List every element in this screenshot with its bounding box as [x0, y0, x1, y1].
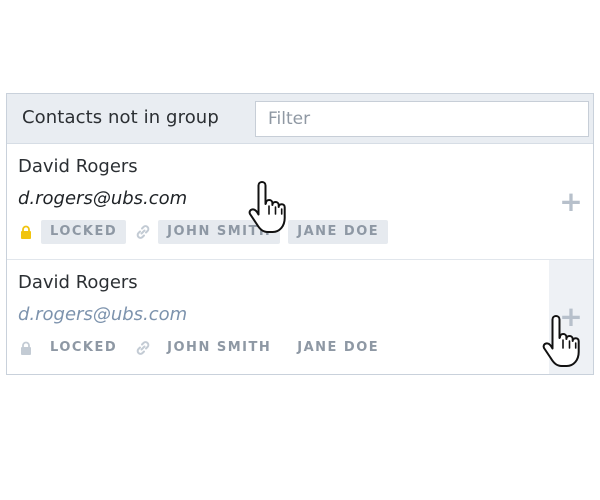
contact-name: David Rogers: [18, 272, 138, 293]
linked-contact-tag[interactable]: JANE DOE: [288, 220, 389, 244]
contact-row[interactable]: David Rogers d.rogers@ubs.com LOCKED JOH…: [7, 260, 593, 376]
contact-name: David Rogers: [18, 156, 138, 177]
panel-title: Contacts not in group: [22, 107, 219, 128]
contact-email: d.rogers@ubs.com: [18, 304, 188, 325]
locked-tag: LOCKED: [50, 340, 118, 355]
lock-icon: [17, 220, 35, 244]
panel-header: Contacts not in group: [7, 94, 593, 144]
lock-icon: [17, 336, 35, 360]
contact-tags: LOCKED JOHN SMITH JANE DOE: [17, 220, 389, 244]
plus-icon: +: [559, 185, 583, 218]
contact-row[interactable]: David Rogers d.rogers@ubs.com LOCKED JOH…: [7, 144, 593, 260]
locked-tag: LOCKED: [41, 220, 127, 244]
add-to-group-button[interactable]: +: [549, 260, 593, 374]
linked-contact-tag[interactable]: JANE DOE: [288, 336, 388, 360]
contacts-panel: Contacts not in group David Rogers d.rog…: [6, 93, 594, 375]
add-to-group-button[interactable]: +: [549, 144, 593, 260]
filter-input[interactable]: [255, 101, 589, 137]
plus-icon: +: [559, 300, 583, 333]
contact-email: d.rogers@ubs.com: [18, 188, 188, 209]
contact-tags: LOCKED JOHN SMITH JANE DOE: [17, 336, 388, 360]
link-icon: [134, 220, 152, 244]
link-icon: [134, 336, 152, 360]
linked-contact-tag[interactable]: JOHN SMITH: [158, 336, 280, 360]
linked-contact-tag[interactable]: JOHN SMITH: [158, 220, 281, 244]
